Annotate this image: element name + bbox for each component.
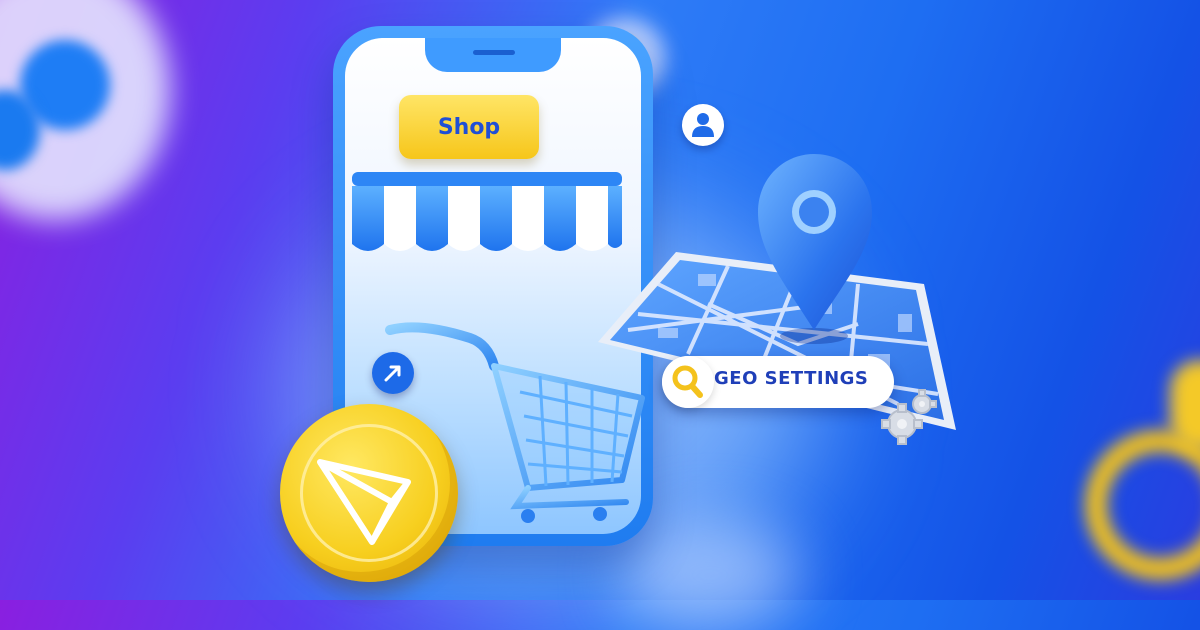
shop-sign[interactable]: Shop	[399, 95, 539, 159]
geo-settings-search-bar[interactable]: GEO SETTINGS	[662, 356, 894, 408]
gear-icon	[881, 389, 937, 445]
geo-settings-label: GEO SETTINGS	[714, 368, 869, 389]
blurred-ring-decoration	[1170, 360, 1200, 450]
user-button[interactable]	[682, 104, 724, 146]
phone-notch	[425, 38, 561, 72]
tron-logo-icon	[317, 459, 411, 545]
phone-speaker	[473, 50, 515, 55]
search-icon	[672, 365, 703, 398]
blurred-ring-decoration	[1085, 430, 1200, 580]
search-button[interactable]	[662, 356, 714, 408]
shop-awning	[352, 172, 622, 251]
shop-label: Shop	[437, 114, 501, 140]
arrow-button[interactable]	[372, 352, 414, 394]
arrow-icon	[384, 365, 401, 382]
location-pin-icon	[758, 154, 872, 344]
user-icon	[692, 113, 714, 137]
tron-coin	[280, 404, 458, 582]
